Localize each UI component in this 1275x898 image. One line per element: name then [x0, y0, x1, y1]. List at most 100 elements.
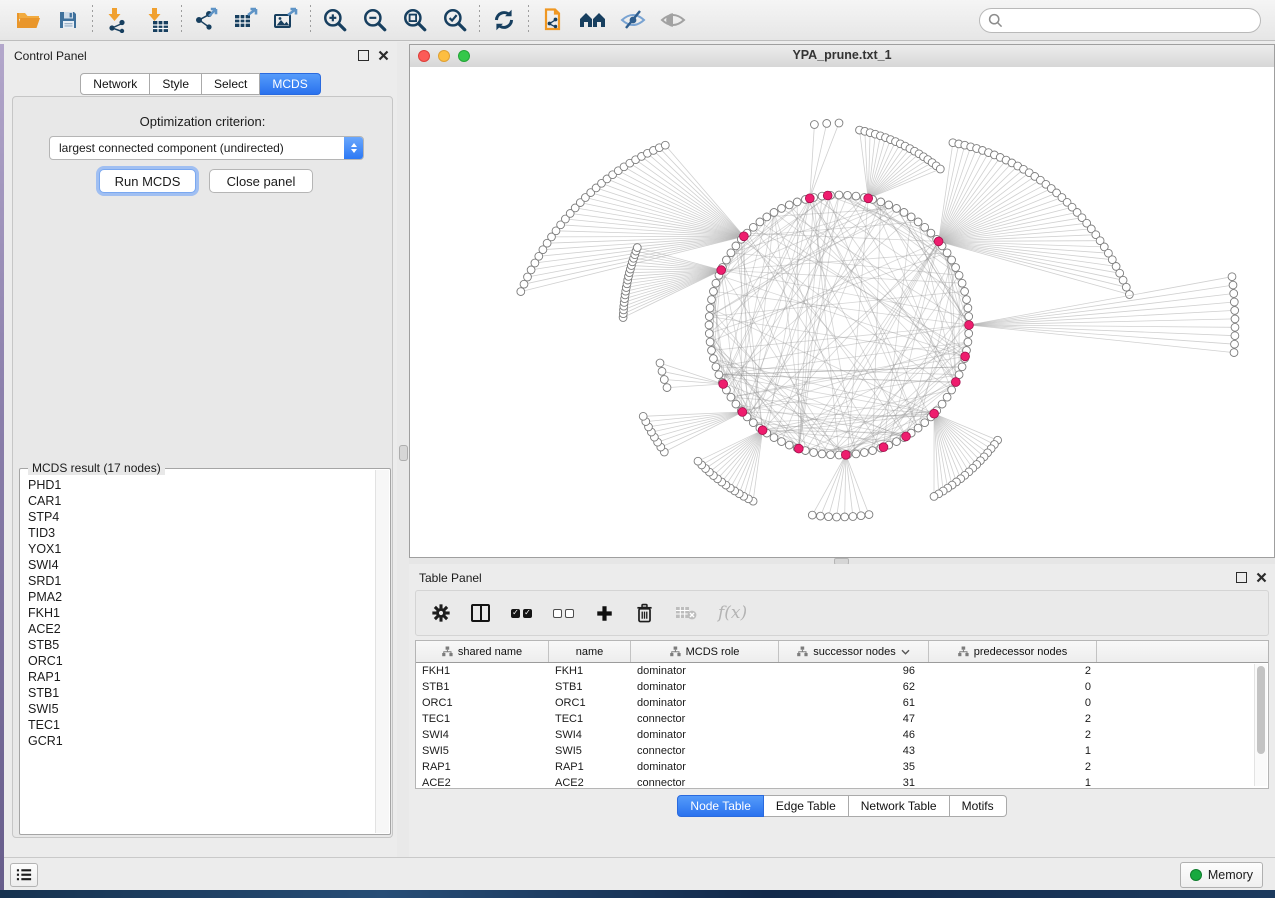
mcds-result-box: MCDS result (17 nodes) PHD1CAR1STP4TID3Y… [19, 468, 391, 835]
toggle-panes-button[interactable] [471, 604, 490, 622]
refresh-button[interactable] [484, 3, 524, 37]
table-cell: 96 [779, 665, 929, 677]
table-row[interactable]: STB1STB1dominator620 [416, 679, 1268, 695]
add-column-button[interactable] [595, 604, 614, 623]
optimization-criterion-label: Optimization criterion: [13, 114, 392, 129]
table-cell: STB1 [416, 681, 549, 693]
column-header-successor-nodes[interactable]: successor nodes [779, 641, 929, 662]
mcds-list-scrollbar[interactable] [375, 470, 389, 833]
table-cell: dominator [631, 729, 779, 741]
mcds-node-item[interactable]: TID3 [28, 525, 376, 541]
tab-select[interactable]: Select [202, 73, 260, 95]
mcds-node-item[interactable]: STP4 [28, 509, 376, 525]
network-canvas[interactable] [410, 67, 1274, 557]
table-cell: SWI5 [416, 745, 549, 757]
scrollbar-thumb[interactable] [1257, 666, 1265, 754]
mcds-node-item[interactable]: YOX1 [28, 541, 376, 557]
float-panel-icon[interactable] [358, 50, 369, 61]
cytoscape-app: { "app": { "accent_blue": "#2e7bf5", "do… [0, 0, 1275, 898]
import-public-network-button[interactable] [533, 3, 573, 37]
import-network-icon [104, 7, 130, 33]
mcds-node-item[interactable]: STB5 [28, 637, 376, 653]
export-table-button[interactable] [226, 3, 266, 37]
maximize-window-icon[interactable] [458, 50, 470, 62]
import-network-button[interactable] [97, 3, 137, 37]
mcds-node-item[interactable]: RAP1 [28, 669, 376, 685]
table-tab-edge-table[interactable]: Edge Table [764, 795, 849, 817]
network-overview-button[interactable] [573, 3, 613, 37]
mcds-node-item[interactable]: GCR1 [28, 733, 376, 749]
network-graph[interactable] [410, 67, 1274, 557]
export-network-button[interactable] [186, 3, 226, 37]
table-scrollbar[interactable] [1254, 664, 1267, 786]
open-session-button[interactable] [8, 3, 48, 37]
close-window-icon[interactable] [418, 50, 430, 62]
refresh-icon [491, 7, 517, 33]
mcds-node-item[interactable]: ACE2 [28, 621, 376, 637]
table-row[interactable]: ACE2ACE2connector311 [416, 775, 1268, 789]
hide-panels-button[interactable] [613, 3, 653, 37]
memory-button[interactable]: Memory [1180, 862, 1263, 888]
float-panel-icon[interactable] [1236, 572, 1247, 583]
close-panel-button[interactable]: Close panel [209, 169, 313, 193]
mcds-node-item[interactable]: TEC1 [28, 717, 376, 733]
delete-table-button[interactable] [675, 605, 697, 621]
function-builder-button[interactable]: f(x) [718, 603, 747, 623]
tab-style[interactable]: Style [150, 73, 202, 95]
table-cell: RAP1 [549, 761, 631, 773]
close-panel-icon[interactable] [1256, 572, 1267, 583]
zoom-in-button[interactable] [315, 3, 355, 37]
mcds-result-list[interactable]: PHD1CAR1STP4TID3YOX1SWI4SRD1PMA2FKH1ACE2… [21, 475, 376, 833]
delete-column-button[interactable] [635, 603, 654, 624]
network-window-titlebar[interactable]: YPA_prune.txt_1 [410, 45, 1274, 68]
table-settings-button[interactable] [432, 604, 450, 622]
zoom-out-button[interactable] [355, 3, 395, 37]
show-panels-button[interactable] [653, 3, 693, 37]
table-row[interactable]: RAP1RAP1dominator352 [416, 759, 1268, 775]
double-house-icon [578, 7, 608, 33]
table-cell: connector [631, 745, 779, 757]
splitter-grip-icon[interactable] [399, 445, 408, 461]
column-header-shared-name[interactable]: shared name [416, 641, 549, 662]
table-row[interactable]: SWI4SWI4dominator462 [416, 727, 1268, 743]
search-field[interactable] [979, 8, 1261, 33]
table-tab-network-table[interactable]: Network Table [849, 795, 950, 817]
vertical-splitter[interactable] [397, 42, 409, 858]
column-header-MCDS-role[interactable]: MCDS role [631, 641, 779, 662]
column-header-predecessor-nodes[interactable]: predecessor nodes [929, 641, 1097, 662]
select-all-columns-button[interactable]: ✓ ✓ [511, 609, 532, 618]
mcds-node-item[interactable]: ORC1 [28, 653, 376, 669]
export-image-button[interactable] [266, 3, 306, 37]
tree-icon [797, 646, 808, 657]
mcds-node-item[interactable]: PHD1 [28, 477, 376, 493]
close-panel-icon[interactable] [378, 50, 389, 61]
zoom-fit-button[interactable] [395, 3, 435, 37]
table-cell: FKH1 [416, 665, 549, 677]
mcds-node-item[interactable]: SWI4 [28, 557, 376, 573]
mcds-node-item[interactable]: FKH1 [28, 605, 376, 621]
deselect-all-columns-button[interactable] [553, 609, 574, 618]
table-row[interactable]: ORC1ORC1dominator610 [416, 695, 1268, 711]
task-history-button[interactable] [10, 863, 38, 887]
mcds-node-item[interactable]: SWI5 [28, 701, 376, 717]
mcds-node-item[interactable]: SRD1 [28, 573, 376, 589]
column-header-name[interactable]: name [549, 641, 631, 662]
zoom-selected-button[interactable] [435, 3, 475, 37]
mcds-node-item[interactable]: PMA2 [28, 589, 376, 605]
mcds-node-item[interactable]: STB1 [28, 685, 376, 701]
table-row[interactable]: FKH1FKH1dominator962 [416, 663, 1268, 679]
criterion-select[interactable]: largest connected component (undirected) [49, 136, 364, 160]
run-mcds-button[interactable]: Run MCDS [99, 169, 196, 193]
save-session-button[interactable] [48, 3, 88, 37]
minimize-window-icon[interactable] [438, 50, 450, 62]
toolbar-separator [92, 5, 93, 35]
table-row[interactable]: TEC1TEC1connector472 [416, 711, 1268, 727]
tab-mcds[interactable]: MCDS [260, 73, 320, 95]
table-tab-motifs[interactable]: Motifs [950, 795, 1007, 817]
table-row[interactable]: SWI5SWI5connector431 [416, 743, 1268, 759]
mcds-node-item[interactable]: CAR1 [28, 493, 376, 509]
tab-network[interactable]: Network [80, 73, 150, 95]
search-input[interactable] [1009, 13, 1252, 29]
import-table-button[interactable] [137, 3, 177, 37]
table-tab-node-table[interactable]: Node Table [677, 795, 764, 817]
